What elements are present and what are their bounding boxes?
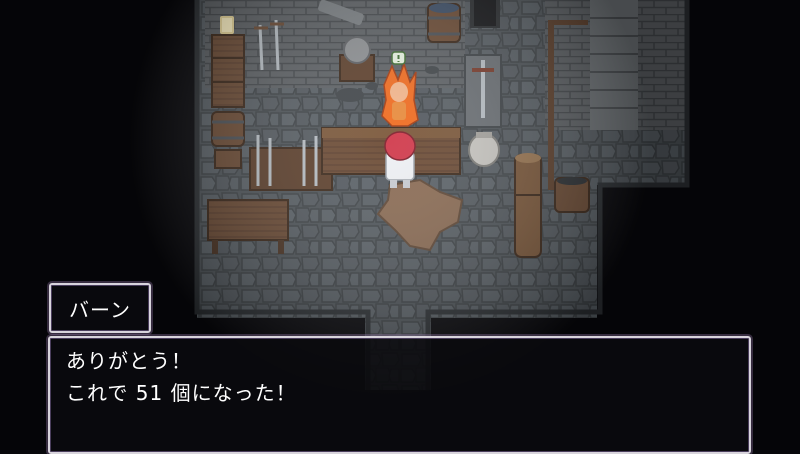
speaker-name-box: バーン xyxy=(49,283,151,333)
dialogue-line-1: ありがとう！ xyxy=(66,349,192,373)
dialogue-line-2: これで 51 個になった！ xyxy=(66,381,297,405)
speaker-name: バーン xyxy=(69,297,131,322)
dialogue-message-box[interactable]: ありがとう！ これで 51 個になった！ xyxy=(48,336,751,454)
